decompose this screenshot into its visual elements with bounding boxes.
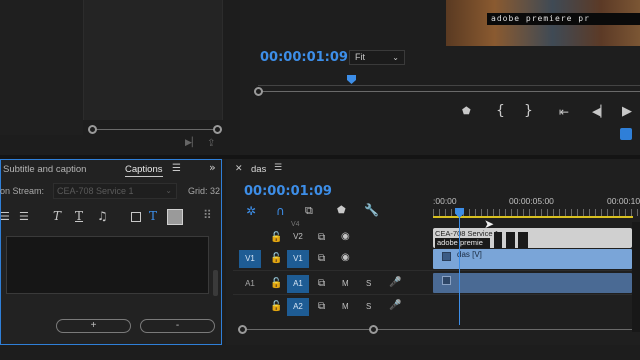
nest-sequence-icon[interactable]: ✲ — [246, 205, 256, 217]
source-monitor-viewer — [83, 0, 223, 120]
panel-overflow-icon[interactable]: » — [209, 162, 216, 173]
align-center-icon[interactable]: ☰ — [0, 211, 10, 222]
text-color-icon[interactable]: T — [149, 210, 157, 222]
microphone-icon[interactable]: 🎤 — [389, 300, 401, 311]
audio-meter-strip — [632, 222, 640, 332]
ruler-label-1: 00:00:05:00 — [509, 196, 554, 206]
source-monitor-panel — [0, 0, 83, 135]
eye-icon[interactable]: ◉ — [341, 231, 350, 242]
track-a1-label[interactable]: A1 — [287, 275, 309, 293]
sync-lock-icon[interactable]: ⧉ — [318, 301, 325, 312]
sync-lock-icon[interactable]: ⧉ — [318, 253, 325, 264]
mute-button[interactable]: M — [342, 302, 349, 311]
add-marker-icon[interactable]: ⬟ — [337, 206, 346, 216]
background-color-icon[interactable] — [131, 212, 141, 222]
mouse-cursor-icon: ➤ — [484, 217, 495, 231]
ruler-label-0: :00:00 — [433, 196, 457, 206]
play-icon[interactable]: ▶ — [622, 105, 632, 118]
solo-button[interactable]: S — [366, 302, 371, 311]
caption-text-area[interactable] — [6, 236, 209, 294]
chevron-down-icon: ⌄ — [165, 186, 172, 195]
program-scroll-handle-left[interactable] — [254, 87, 263, 96]
source-scroll-handle-right[interactable] — [213, 125, 222, 134]
sync-lock-icon[interactable]: ⧉ — [318, 278, 325, 289]
program-timecode[interactable]: 00:00:01:09 — [260, 50, 348, 65]
ruler-ticks[interactable] — [433, 209, 640, 216]
stream-label: on Stream: — [0, 186, 45, 196]
timeline-playhead-line — [459, 217, 460, 325]
caption-track-label: V4 — [291, 221, 300, 228]
program-scroll-track[interactable] — [260, 91, 640, 92]
program-video-caption-bar: adobe premiere pr — [487, 13, 640, 25]
microphone-icon[interactable]: 🎤 — [389, 277, 401, 288]
stream-value: CEA-708 Service 1 — [57, 186, 134, 196]
go-to-in-icon[interactable]: ⇤ — [559, 106, 569, 118]
align-justify-icon[interactable]: ☰ — [19, 211, 29, 222]
timeline-scroll-handle-left[interactable] — [238, 325, 247, 334]
source-scroll-track[interactable] — [92, 129, 218, 130]
caption-segment[interactable] — [494, 232, 502, 248]
v1-source-patch[interactable]: V1 — [239, 250, 261, 268]
panel-scrollbar[interactable] — [213, 270, 218, 296]
track-v1-label[interactable]: V1 — [287, 250, 309, 268]
tab-captions[interactable]: Captions — [125, 164, 163, 175]
tab-captions-underline — [125, 176, 163, 177]
color-swatch[interactable] — [167, 209, 183, 225]
export-frame-icon[interactable]: ⇪ — [207, 139, 215, 149]
zoom-select[interactable]: Fit ⌄ — [349, 50, 405, 65]
solo-button[interactable]: S — [366, 279, 371, 288]
mark-in-icon[interactable]: { — [496, 104, 505, 118]
source-scroll-handle-left[interactable] — [88, 125, 97, 134]
step-back-icon[interactable]: ◀▏ — [592, 106, 609, 117]
fx-badge-icon — [442, 276, 451, 285]
lock-icon[interactable]: 🔓 — [270, 301, 282, 312]
position-grid-icon[interactable]: ⠿ — [203, 209, 212, 221]
chevron-down-icon: ⌄ — [392, 53, 399, 62]
track-separator — [233, 294, 640, 295]
add-marker-icon[interactable]: ⬟ — [462, 107, 471, 117]
sequence-tab[interactable]: das — [251, 164, 266, 175]
insert-icon[interactable]: ▶▏ — [185, 139, 199, 148]
panel-menu-icon[interactable]: ☰ — [172, 164, 181, 174]
track-v2-label[interactable]: V2 — [287, 232, 309, 241]
caption-segment[interactable] — [506, 232, 515, 248]
work-area-bar[interactable] — [433, 216, 633, 218]
timeline-scroll-handle-right[interactable] — [369, 325, 378, 334]
grid-label: Grid: 32 — [188, 186, 221, 196]
caption-segment[interactable]: adobe premie — [435, 238, 490, 248]
a1-source-patch[interactable]: A1 — [239, 279, 261, 288]
eye-icon[interactable]: ◉ — [341, 252, 350, 263]
timeline-scroll-track[interactable] — [242, 329, 640, 330]
mute-button[interactable]: M — [342, 279, 349, 288]
caption-segment[interactable] — [518, 232, 528, 248]
audio-clip[interactable] — [433, 273, 632, 293]
zoom-value: Fit — [355, 52, 365, 62]
timeline-timecode[interactable]: 00:00:01:09 — [244, 184, 332, 199]
track-a2-label[interactable]: A2 — [287, 298, 309, 316]
stream-select[interactable]: CEA-708 Service 1 ⌄ — [53, 183, 177, 199]
close-icon[interactable]: ✕ — [235, 165, 243, 174]
music-note-icon[interactable]: ♫ — [97, 210, 108, 222]
mark-out-icon[interactable]: } — [524, 104, 533, 118]
underline-icon[interactable]: T — [75, 210, 83, 222]
wrench-icon[interactable]: 🔧 — [364, 204, 379, 216]
sequence-menu-icon[interactable]: ☰ — [274, 164, 282, 173]
tab-subtitle-and-caption[interactable]: Subtitle and caption — [3, 164, 86, 175]
program-timeline-ruler[interactable] — [258, 76, 640, 86]
export-frame-icon[interactable] — [620, 128, 632, 140]
video-clip-label: das [V] — [457, 250, 482, 259]
linked-selection-icon[interactable]: ⧉ — [305, 205, 313, 216]
add-caption-button[interactable]: + — [56, 319, 131, 333]
remove-caption-button[interactable]: - — [140, 319, 215, 333]
lock-icon[interactable]: 🔓 — [270, 253, 282, 264]
italic-icon[interactable]: T — [53, 210, 61, 222]
fx-badge-icon — [442, 252, 451, 261]
snap-icon[interactable]: ∩ — [276, 205, 285, 217]
lock-icon[interactable]: 🔓 — [270, 232, 282, 243]
lock-icon[interactable]: 🔓 — [270, 278, 282, 289]
sync-lock-icon[interactable]: ⧉ — [318, 232, 325, 243]
track-separator — [233, 270, 640, 271]
ruler-label-2: 00:00:10 — [607, 196, 640, 206]
